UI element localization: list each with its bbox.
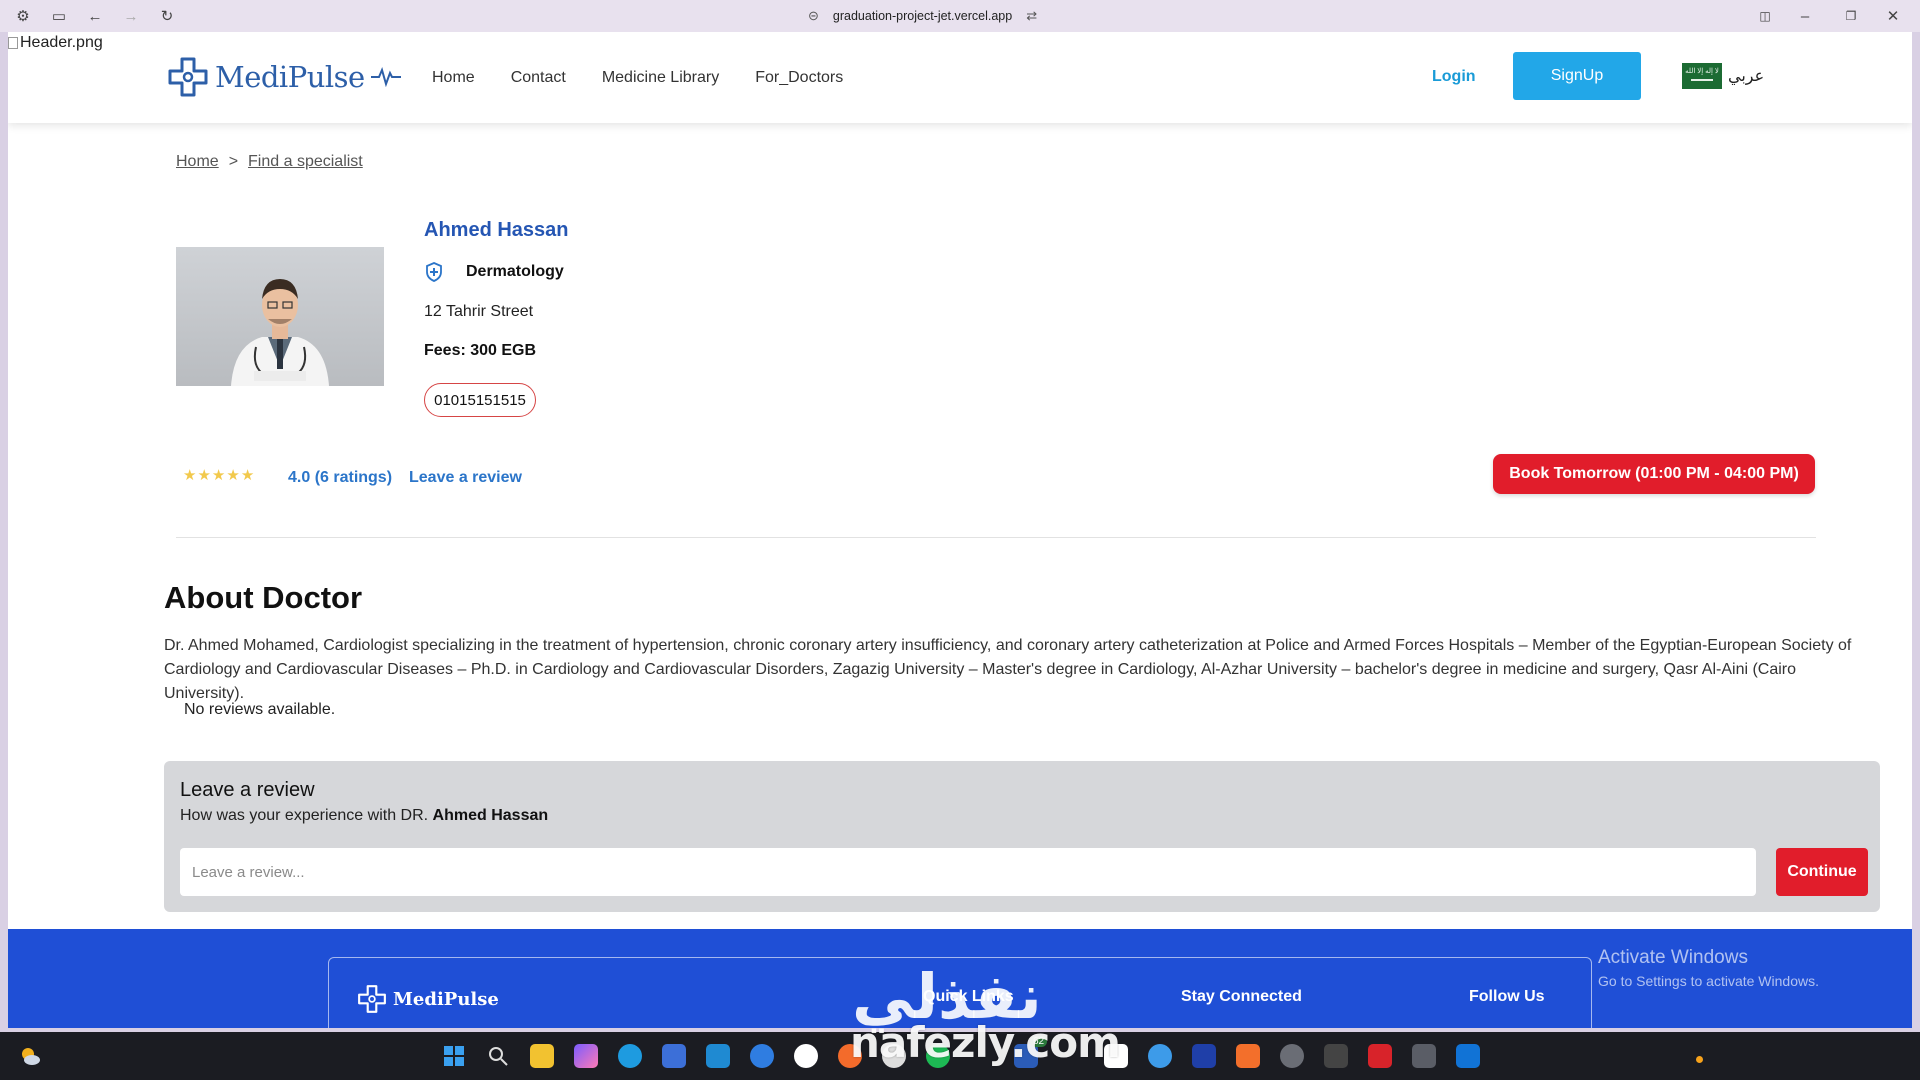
broken-header-image: Header.png (8, 34, 103, 52)
status-dot (1696, 1056, 1703, 1063)
store-icon[interactable] (662, 1044, 686, 1068)
nav-contact[interactable]: Contact (511, 69, 566, 87)
site-header: Header.png MediPulse Home Contact Medici… (8, 32, 1912, 123)
leave-review-link[interactable]: Leave a review (409, 469, 522, 487)
forward-icon[interactable]: → (122, 7, 140, 25)
heartbeat-icon (370, 67, 401, 87)
medical-cross-icon (358, 985, 386, 1013)
footer-follow-us: Follow Us (1469, 988, 1545, 1005)
edge-icon[interactable] (618, 1044, 642, 1068)
footer-logo[interactable]: MediPulse (357, 984, 499, 1014)
logo-text: MediPulse (215, 60, 365, 94)
main-nav: Home Contact Medicine Library For_Doctor… (432, 69, 843, 87)
refresh-icon[interactable]: ↻ (158, 7, 176, 25)
doctor-phone-badge[interactable]: 01015151515 (424, 383, 536, 417)
flag-sword (1691, 79, 1713, 81)
restore-icon[interactable]: ❐ (1842, 7, 1860, 25)
link-icon: ⊝ (808, 8, 819, 23)
phone-icon[interactable] (1324, 1044, 1348, 1068)
url-text: graduation-project-jet.vercel.app (832, 9, 1013, 23)
activate-title: Activate Windows (1598, 947, 1748, 968)
copilot-icon[interactable] (574, 1044, 598, 1068)
browser-toolbar: ⚙ ▭ ← → ↻ ⊝ graduation-project-jet.verce… (0, 0, 1920, 32)
review-input[interactable] (180, 848, 1756, 896)
specialty-label: Dermatology (466, 263, 564, 280)
broken-image-alt: Header.png (20, 34, 103, 51)
language-toggle[interactable]: عربي (1728, 66, 1764, 85)
active-app-icon[interactable] (1412, 1044, 1436, 1068)
settings-icon[interactable] (1280, 1044, 1304, 1068)
start-icon[interactable] (442, 1044, 466, 1068)
split-view-icon[interactable]: ◫ (1756, 7, 1774, 25)
doctor-address: 12 Tahrir Street (424, 303, 534, 320)
footer-stay-connected: Stay Connected (1181, 988, 1302, 1005)
minimize-icon[interactable]: – (1796, 7, 1814, 25)
review-form: Leave a review How was your experience w… (164, 761, 1880, 912)
saudi-flag-icon[interactable]: لا إله إلا الله (1682, 63, 1722, 89)
doctor-specialty: Dermatology (424, 262, 564, 282)
web-page: Header.png MediPulse Home Contact Medici… (8, 32, 1912, 1028)
about-heading: About Doctor (164, 580, 363, 615)
star-icon: ★ (211, 467, 226, 484)
rating-stars: ★ ★ ★ ★ ★ (183, 466, 254, 484)
doctor-name: Ahmed Hassan (424, 219, 569, 241)
doctor-photo (176, 247, 384, 386)
site-logo[interactable]: MediPulse (167, 56, 401, 98)
globe-icon[interactable] (1148, 1044, 1172, 1068)
breadcrumb-home[interactable]: Home (176, 153, 219, 171)
app-red-icon[interactable] (1368, 1044, 1392, 1068)
extensions-icon[interactable]: ⚙ (14, 7, 32, 25)
address-bar[interactable]: ⊝ graduation-project-jet.vercel.app ⇄ (808, 6, 1037, 26)
star-icon: ★ (226, 467, 240, 484)
back-icon[interactable]: ← (86, 7, 104, 25)
vscode-icon[interactable] (706, 1044, 730, 1068)
nav-medicine-library[interactable]: Medicine Library (602, 69, 719, 87)
doctor-avatar-image (231, 279, 329, 386)
login-button[interactable]: Login (1432, 68, 1476, 86)
review-question-doctor: Ahmed Hassan (432, 807, 549, 824)
xampp-icon[interactable] (1236, 1044, 1260, 1068)
signup-button[interactable]: SignUp (1513, 52, 1641, 100)
nav-for-doctors[interactable]: For_Doctors (755, 69, 843, 87)
rating-summary[interactable]: 4.0 (6 ratings) (288, 469, 392, 487)
weather-icon[interactable] (18, 1044, 42, 1068)
outlook-icon[interactable] (1456, 1044, 1480, 1068)
l-app-icon[interactable] (1192, 1044, 1216, 1068)
close-icon[interactable]: ✕ (1884, 7, 1902, 25)
breadcrumb-separator: > (228, 153, 239, 170)
broken-image-icon (8, 37, 18, 49)
breadcrumb: Home > Find a specialist (176, 153, 363, 171)
doctor-fees: Fees: 300 EGB (424, 342, 537, 359)
sidebar-icon[interactable]: ▭ (50, 7, 68, 25)
shield-medical-icon (426, 262, 442, 282)
activate-subtitle: Go to Settings to activate Windows. (1598, 973, 1819, 989)
app-icon[interactable] (750, 1044, 774, 1068)
star-icon: ★ (240, 467, 255, 484)
slack-icon[interactable] (794, 1044, 818, 1068)
nav-home[interactable]: Home (432, 69, 475, 87)
breadcrumb-find-specialist[interactable]: Find a specialist (248, 153, 363, 171)
footer-logo-text: MediPulse (393, 988, 499, 1010)
review-question-prefix: How was your experience with DR. (180, 807, 429, 824)
watermark-latin: nafezly.com (850, 1018, 1121, 1067)
search-icon[interactable] (486, 1044, 510, 1068)
medical-cross-icon (168, 57, 208, 97)
section-divider (176, 537, 1816, 538)
star-icon: ★ (197, 467, 211, 484)
book-appointment-button[interactable]: Book Tomorrow (01:00 PM - 04:00 PM) (1493, 454, 1815, 494)
about-text: Dr. Ahmed Mohamed, Cardiologist speciali… (164, 637, 1852, 702)
star-icon: ★ (183, 467, 197, 484)
activate-windows-notice: Activate Windows Go to Settings to activ… (1598, 947, 1819, 989)
continue-button[interactable]: Continue (1776, 848, 1868, 896)
site-settings-icon[interactable]: ⇄ (1026, 8, 1037, 24)
review-form-title: Leave a review (180, 779, 315, 801)
no-reviews-message: No reviews available. (184, 701, 336, 718)
flag-inscription: لا إله إلا الله (1685, 68, 1719, 75)
review-question: How was your experience with DR. Ahmed H… (180, 807, 548, 825)
file-explorer-icon[interactable] (530, 1044, 554, 1068)
